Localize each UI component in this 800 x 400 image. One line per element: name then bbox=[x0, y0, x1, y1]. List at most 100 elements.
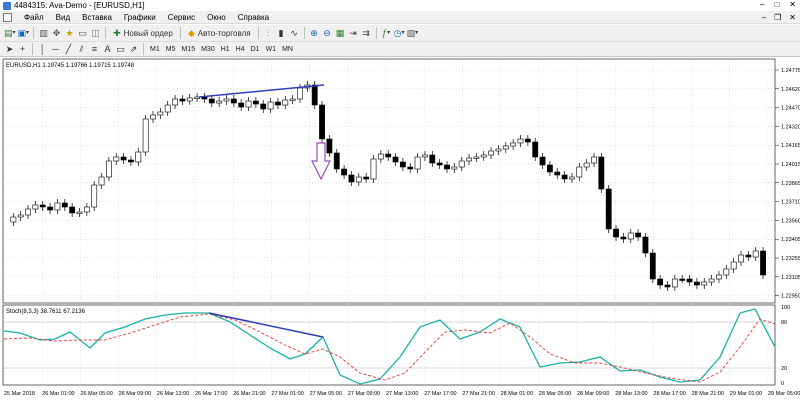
candle-body[interactable] bbox=[613, 228, 619, 238]
zoom-in-button[interactable]: ⊕ bbox=[308, 27, 321, 40]
candle-body[interactable] bbox=[649, 252, 656, 280]
text-tool-button[interactable]: A bbox=[101, 43, 114, 56]
indicators-button[interactable]: ƒ ▾ bbox=[380, 27, 393, 40]
new-chart-button[interactable]: ▤ ▾ bbox=[3, 27, 17, 40]
candle-body[interactable] bbox=[451, 166, 458, 170]
candle-body[interactable] bbox=[635, 232, 641, 238]
candle-body[interactable] bbox=[510, 142, 517, 147]
auto-trading-button[interactable]: ◆ Авто-торговля bbox=[184, 27, 255, 40]
candle-body[interactable] bbox=[642, 236, 649, 254]
candle-body[interactable] bbox=[333, 152, 340, 170]
candle-body[interactable] bbox=[598, 156, 605, 190]
timeframe-m1[interactable]: M1 bbox=[147, 46, 163, 53]
candle-body[interactable] bbox=[399, 161, 406, 168]
candle-body[interactable] bbox=[583, 162, 590, 168]
candle-body[interactable] bbox=[238, 102, 245, 108]
timeframe-d1[interactable]: D1 bbox=[248, 46, 263, 53]
candle-body[interactable] bbox=[39, 204, 46, 208]
candle-body[interactable] bbox=[488, 150, 494, 156]
candle-body[interactable] bbox=[414, 156, 421, 170]
navigator-button[interactable]: ★ bbox=[63, 27, 76, 40]
candle-body[interactable] bbox=[186, 97, 193, 102]
menu-file[interactable]: Файл bbox=[18, 13, 50, 22]
candle-body[interactable] bbox=[708, 278, 715, 283]
vertical-line-button[interactable]: │ bbox=[36, 43, 49, 56]
candle-body[interactable] bbox=[473, 156, 480, 159]
candle-body[interactable] bbox=[657, 278, 664, 286]
candle-body[interactable] bbox=[289, 98, 296, 101]
timeframe-m5[interactable]: M5 bbox=[163, 46, 179, 53]
candle-body[interactable] bbox=[569, 176, 575, 180]
candle-body[interactable] bbox=[458, 160, 465, 168]
candle-body[interactable] bbox=[267, 101, 274, 110]
candle-body[interactable] bbox=[605, 188, 612, 230]
candle-body[interactable] bbox=[591, 156, 597, 164]
candle-body[interactable] bbox=[297, 87, 303, 100]
candle-body[interactable] bbox=[223, 98, 230, 102]
chart-window[interactable]: EURUSD,H1 1.19745 1.19766 1.19715 1.1974… bbox=[0, 57, 800, 400]
candle-body[interactable] bbox=[91, 184, 98, 208]
mdi-restore-button[interactable]: ❐ bbox=[774, 11, 781, 24]
candle-body[interactable] bbox=[664, 284, 671, 288]
candle-body[interactable] bbox=[260, 103, 267, 110]
tester-button[interactable]: ◫ bbox=[89, 27, 102, 40]
candle-body[interactable] bbox=[17, 214, 24, 218]
auto-scroll-button[interactable]: ⇉ bbox=[360, 27, 373, 40]
candle-body[interactable] bbox=[319, 104, 325, 140]
menu-help[interactable]: Справка bbox=[232, 13, 275, 22]
channel-button[interactable]: ⫽ bbox=[75, 43, 88, 56]
candle-body[interactable] bbox=[429, 154, 436, 164]
candle-body[interactable] bbox=[701, 281, 708, 286]
profiles-button[interactable]: ▣ ▾ bbox=[17, 27, 31, 40]
candle-body[interactable] bbox=[671, 278, 678, 288]
candle-body[interactable] bbox=[627, 232, 634, 240]
price-chart[interactable]: EURUSD,H1 1.19745 1.19766 1.19715 1.1974… bbox=[0, 57, 800, 400]
candle-body[interactable] bbox=[172, 98, 178, 106]
timeframe-m15[interactable]: M15 bbox=[178, 46, 198, 53]
candle-body[interactable] bbox=[61, 202, 68, 208]
candlestick-button[interactable]: ▮ bbox=[275, 27, 288, 40]
candle-body[interactable] bbox=[216, 100, 223, 104]
candle-body[interactable] bbox=[495, 148, 502, 152]
candle-body[interactable] bbox=[179, 98, 186, 102]
candle-body[interactable] bbox=[76, 211, 83, 214]
candle-body[interactable] bbox=[120, 156, 127, 161]
candle-body[interactable] bbox=[760, 250, 766, 276]
menu-window[interactable]: Окно bbox=[201, 13, 232, 22]
candle-body[interactable] bbox=[25, 208, 31, 216]
candle-body[interactable] bbox=[392, 156, 399, 163]
candle-body[interactable] bbox=[693, 281, 700, 286]
fibonacci-button[interactable]: ≡ bbox=[88, 43, 101, 56]
candle-body[interactable] bbox=[436, 162, 443, 166]
candle-body[interactable] bbox=[164, 104, 171, 113]
menu-view[interactable]: Вид bbox=[50, 13, 76, 22]
market-watch-button[interactable]: ▥ bbox=[37, 27, 50, 40]
timeframe-w1[interactable]: W1 bbox=[263, 46, 280, 53]
timeframe-h1[interactable]: H1 bbox=[218, 46, 233, 53]
candle-body[interactable] bbox=[47, 206, 53, 211]
candle-body[interactable] bbox=[113, 156, 120, 162]
candle-body[interactable] bbox=[135, 151, 142, 163]
close-button[interactable]: ✕ bbox=[789, 0, 796, 9]
label-tool-button[interactable]: ▭ bbox=[114, 43, 127, 56]
candle-body[interactable] bbox=[730, 261, 737, 270]
arrows-button[interactable]: ⇗ bbox=[127, 43, 140, 56]
candle-body[interactable] bbox=[539, 156, 546, 166]
candle-body[interactable] bbox=[106, 160, 112, 178]
timeframe-m30[interactable]: M30 bbox=[198, 46, 218, 53]
candle-body[interactable] bbox=[341, 168, 347, 176]
candle-body[interactable] bbox=[422, 154, 428, 158]
candle-body[interactable] bbox=[194, 96, 200, 99]
horizontal-line-button[interactable]: ─ bbox=[49, 43, 62, 56]
candle-body[interactable] bbox=[253, 100, 259, 105]
candle-body[interactable] bbox=[554, 171, 561, 176]
tile-windows-button[interactable]: ▦ bbox=[334, 27, 347, 40]
candle-body[interactable] bbox=[128, 159, 134, 163]
candle-body[interactable] bbox=[576, 166, 583, 178]
timeframe-h4[interactable]: H4 bbox=[233, 46, 248, 53]
line-chart-button[interactable]: ∿ bbox=[288, 27, 301, 40]
menu-tools[interactable]: Сервис bbox=[162, 13, 201, 22]
chart-window-icon[interactable] bbox=[3, 12, 12, 22]
candle-body[interactable] bbox=[98, 176, 105, 186]
templates-button[interactable]: ▧ ▾ bbox=[406, 27, 420, 40]
